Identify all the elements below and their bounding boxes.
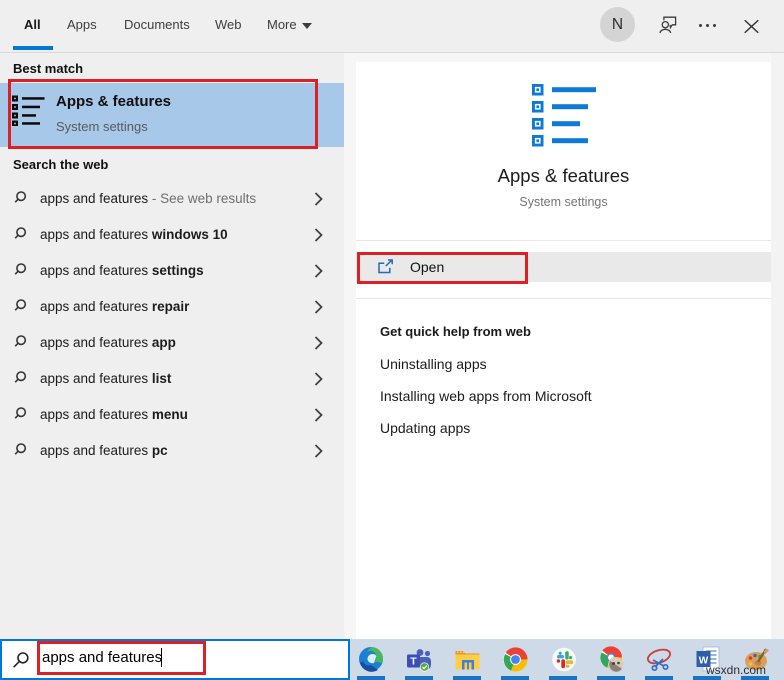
svg-text:T: T: [410, 656, 417, 668]
